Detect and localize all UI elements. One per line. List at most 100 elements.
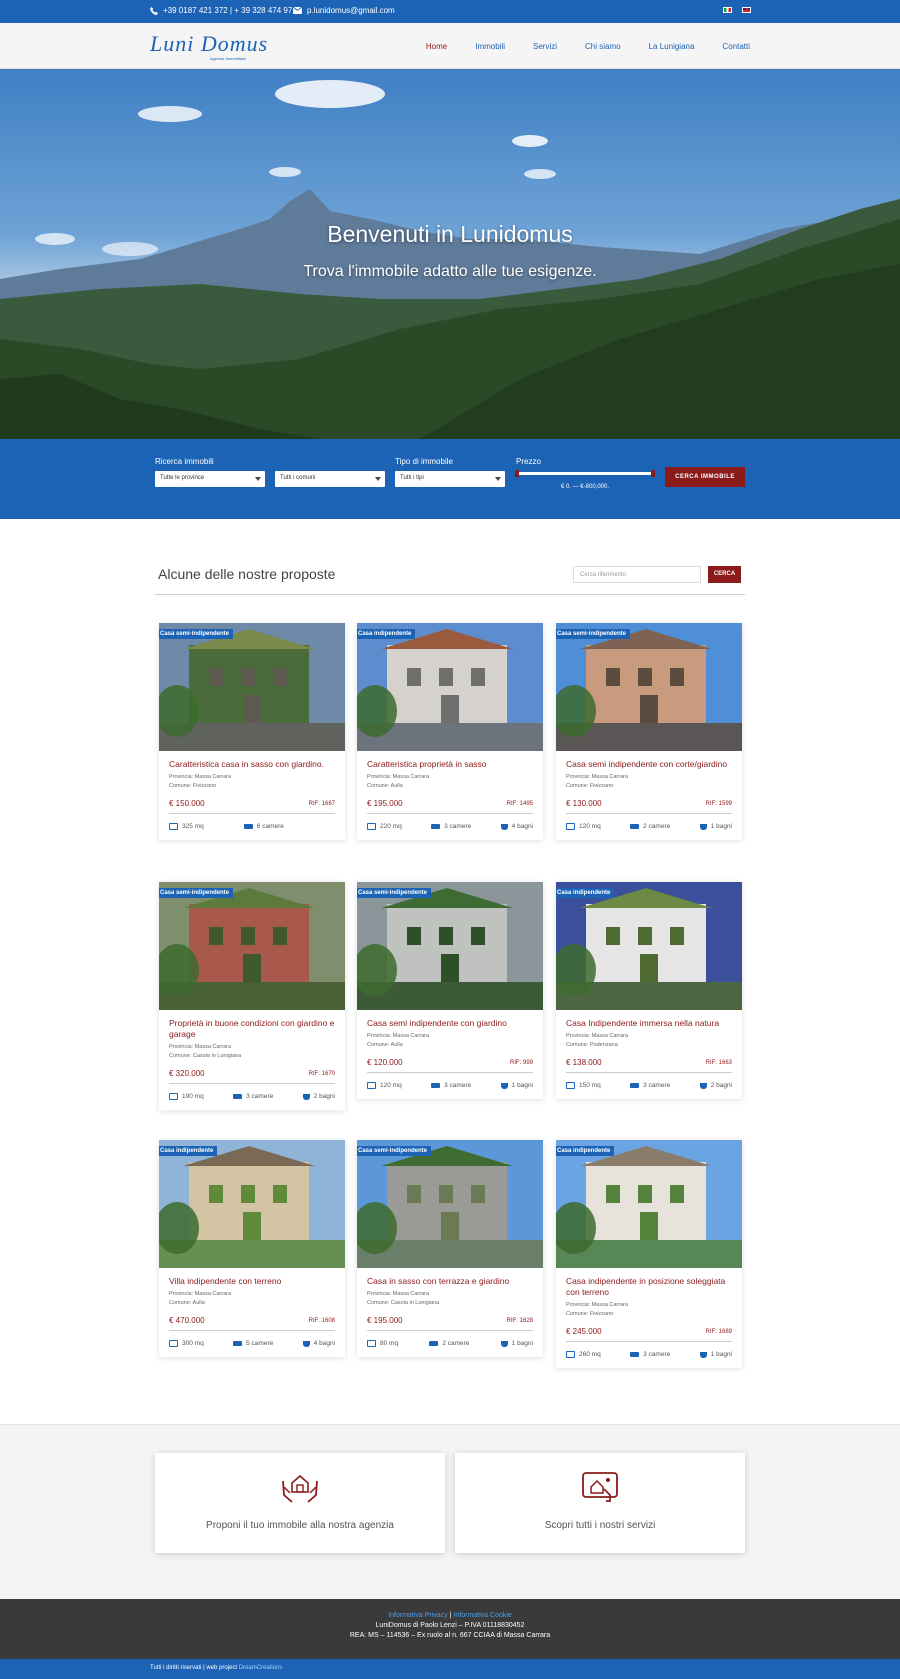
baths-value: 1 bagni [710,1351,732,1358]
listing-photo[interactable]: Casa semi-indipendente [357,882,543,1010]
listing-card[interactable]: Casa indipendente Casa indipendente in po… [556,1140,742,1368]
phone-contact[interactable]: +39 0187 421 372 | + 39 328 474 9710 [150,6,301,15]
services-card[interactable]: Scopri tutti i nostri servizi [455,1453,745,1553]
feature-rooms: 3 camere [630,1082,670,1089]
propose-property-card[interactable]: Proponi il tuo immobile alla nostra agen… [155,1453,445,1553]
price-range-slider[interactable] [515,470,655,477]
bed-icon [431,824,441,829]
nav-servizi[interactable]: Servizi [533,42,557,51]
listing-card[interactable]: Casa semi-indipendente Caratteristica cas… [159,623,345,840]
listing-photo[interactable]: Casa semi-indipendente [357,1140,543,1268]
price-max-handle[interactable] [651,470,655,477]
listing-title[interactable]: Villa indipendente con terreno [169,1276,335,1287]
listing-card[interactable]: Casa semi-indipendente Casa in sasso con … [357,1140,543,1357]
listing-title[interactable]: Casa indipendente in posizione soleggiat… [566,1276,732,1298]
property-image [159,882,345,1010]
listing-photo[interactable]: Casa semi-indipendente [159,882,345,1010]
search-property-button[interactable]: CERCA IMMOBILE [665,467,745,487]
reference-search-button[interactable]: CERCA [708,566,741,583]
listing-photo[interactable]: Casa semi-indipendente [159,623,345,751]
listing-card[interactable]: Casa semi-indipendente Proprietà in buone… [159,882,345,1110]
feature-rooms: 2 camere [429,1340,469,1347]
bed-icon [431,1083,441,1088]
bed-icon [233,1341,243,1346]
listing-title[interactable]: Casa in sasso con terrazza e giardino [367,1276,533,1287]
baths-value: 1 bagni [710,823,732,830]
property-image [556,1140,742,1268]
nav-home[interactable]: Home [426,42,447,51]
listing-title[interactable]: Proprietà in buone condizioni con giardi… [169,1018,335,1040]
price-row: € 245.000 RIF: 1689 [566,1327,732,1342]
listing-photo[interactable]: Casa indipendente [357,623,543,751]
listing-price: € 130.000 [566,799,602,808]
rooms-value: 3 camere [246,1093,274,1100]
area-icon [169,1093,178,1100]
listing-title[interactable]: Caratteristica casa in sasso con giardin… [169,759,335,770]
baths-value: 2 bagni [710,1082,732,1089]
listing-card[interactable]: Casa semi-indipendente Casa semi indipend… [357,882,543,1099]
reference-search-input[interactable]: Cerca riferimento [573,566,701,583]
listing-comune: Comune: Fivizzano [566,1311,614,1317]
area-icon [169,823,178,830]
property-type-badge: Casa indipendente [556,888,615,898]
house-in-hands-icon [282,1474,318,1503]
type-select[interactable]: Tutti i tipi [395,471,505,487]
nav-lunigiana[interactable]: La Lunigiana [649,42,695,51]
listing-price: € 245.000 [566,1327,602,1336]
listing-provincia: Provincia: Massa Carrara [367,774,430,780]
price-row: € 130.000 RIF: 1599 [566,799,732,814]
listing-comune: Comune: Casola in Lunigiana [367,1300,440,1306]
area-icon [566,1351,575,1358]
credit-link[interactable]: DreamCreations [239,1665,283,1671]
rooms-value: 6 camere [256,823,284,830]
english-flag-icon[interactable] [742,7,751,13]
price-row: € 320.000 RIF: 1670 [169,1069,335,1084]
area-value: 300 mq [182,1340,204,1347]
price-row: € 120.000 RIF: 999 [367,1058,533,1073]
listing-features: 120 mq 3 camere 1 bagni [367,1082,533,1099]
bed-icon [630,1083,640,1088]
feature-baths: 1 bagni [699,823,732,830]
price-min-handle[interactable] [515,470,519,477]
listing-price: € 195.000 [367,799,403,808]
nav-immobili[interactable]: Immobili [475,42,505,51]
italian-flag-icon[interactable] [723,7,732,13]
comuni-select[interactable]: Tutti i comuni [275,471,385,487]
listing-title[interactable]: Casa Indipendente immersa nella natura [566,1018,732,1029]
cookie-link[interactable]: Informativa Cookie [453,1612,511,1619]
property-type-badge: Casa semi-indipendente [357,888,432,898]
feature-rooms: 2 camere [630,823,670,830]
email-contact[interactable]: p.lunidomus@gmail.com [293,6,395,15]
logo-wordmark: Luni Domus [150,31,269,56]
feature-area: 190 mq [169,1093,204,1100]
listing-title[interactable]: Casa semi indipendente con corte/giardin… [566,759,732,770]
listing-photo[interactable]: Casa indipendente [556,882,742,1010]
listing-features: 120 mq 2 camere 1 bagni [566,823,732,840]
listing-card[interactable]: Casa indipendente Casa Indipendente immer… [556,882,742,1099]
property-type-badge: Casa indipendente [357,629,416,639]
privacy-link[interactable]: Informativa Privacy [388,1612,448,1619]
listing-photo[interactable]: Casa indipendente [159,1140,345,1268]
listing-provincia: Provincia: Massa Carrara [367,1033,430,1039]
listing-title[interactable]: Casa semi indipendente con giardino [367,1018,533,1029]
bathtub-icon [302,1093,310,1100]
bed-icon [233,1094,243,1099]
listing-card[interactable]: Casa indipendente Caratteristica propriet… [357,623,543,840]
listing-price: € 320.000 [169,1069,205,1078]
bathtub-icon [500,1082,508,1089]
nav-contatti[interactable]: Contatti [722,42,750,51]
listing-title[interactable]: Caratteristica proprietà in sasso [367,759,533,770]
rooms-value: 2 camere [643,823,671,830]
feature-baths: 2 bagni [302,1093,335,1100]
listing-photo[interactable]: Casa semi-indipendente [556,623,742,751]
province-select[interactable]: Tutte le province [155,471,265,487]
site-logo[interactable]: Luni Domus Agenzia Immobiliare [150,31,269,63]
feature-baths: 1 bagni [699,1351,732,1358]
area-icon [367,1340,376,1347]
nav-chi-siamo[interactable]: Chi siamo [585,42,621,51]
listing-photo[interactable]: Casa indipendente [556,1140,742,1268]
phone-icon [150,6,158,15]
company-info: LuniDomus di Paolo Lenzi – P.IVA 0111883… [375,1622,525,1629]
listing-card[interactable]: Casa indipendente Villa indipendente con … [159,1140,345,1357]
listing-card[interactable]: Casa semi-indipendente Casa semi indipend… [556,623,742,840]
